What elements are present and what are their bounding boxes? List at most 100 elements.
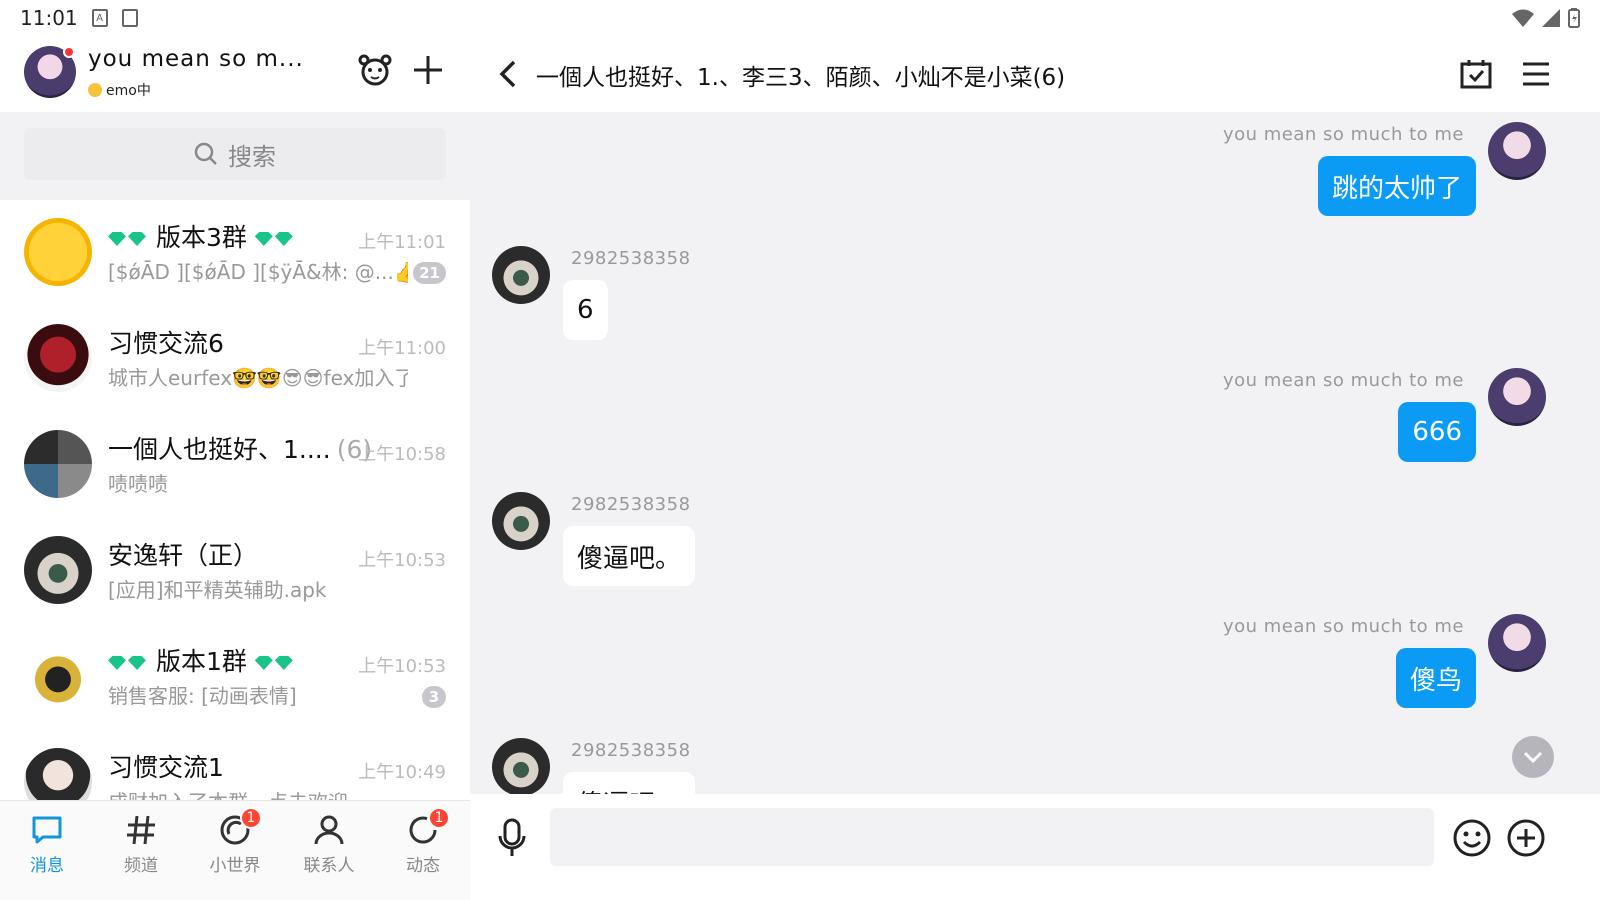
status-bar: 11:01 A [0,0,1600,36]
conversation-title: 安逸轩（正） [108,541,259,570]
pet-icon[interactable] [355,50,395,90]
contacts-icon [312,813,346,847]
conversation-time: 上午10:49 [358,762,446,783]
sender-name: you mean so much to me [1222,616,1464,637]
sender-avatar[interactable] [492,738,550,794]
conversation-time: 上午10:53 [358,656,446,677]
profile-status-text: emo中 [106,83,151,99]
signal-icon [1542,9,1560,27]
gem-icon [128,656,146,670]
message-list[interactable]: you mean so much to me 跳的太帅了 2982538358 … [470,112,1600,794]
group-avatar [24,324,92,392]
conversation-time: 上午11:00 [358,338,446,359]
group-avatar [24,218,92,286]
tab-contacts[interactable]: 联系人 [282,813,376,876]
sender-avatar[interactable] [492,492,550,550]
conversation-preview: [$ǿĀD ][$ǿĀD ][$ÿĀ&林: @...👍 [108,260,408,284]
unread-badge: 21 [413,262,446,284]
wifi-icon [1512,9,1534,27]
conversation-preview: 销售客服: [动画表情] [108,684,297,708]
conversation-item[interactable]: 版本1群 上午10:53 销售客服: [动画表情] 3 [0,624,470,730]
conversation-time: 上午10:58 [358,444,446,465]
message-icon [30,813,64,847]
gem-icon [274,656,293,670]
conversation-title-text: 一個人也挺好、1.... [108,435,331,464]
calendar-check-icon[interactable] [1456,54,1496,94]
chevron-down-icon [1523,751,1543,763]
gem-icon [254,232,273,246]
conversation-item[interactable]: 安逸轩（正） 上午10:53 [应用]和平精英辅助.apk [0,518,470,624]
sender-avatar[interactable] [1488,614,1546,672]
conversation-item[interactable]: 版本3群 上午11:01 [$ǿĀD ][$ǿĀD ][$ÿĀ&林: @...👍… [0,200,470,306]
conversation-time: 上午11:01 [358,232,446,253]
status-time: 11:01 [20,6,78,30]
add-icon[interactable] [408,50,448,90]
gem-icon [108,656,126,670]
file-notification-icon [121,9,138,27]
tab-badge: 1 [240,807,262,829]
back-icon[interactable] [488,54,528,94]
message-input[interactable] [550,808,1434,866]
gem-icon [128,232,146,246]
add-circle-icon[interactable] [1504,816,1548,860]
tab-badge: 1 [428,807,450,829]
keyboard-notification-icon: A [91,9,108,27]
emo-status-icon [88,83,102,97]
tab-label: 联系人 [303,856,355,876]
scroll-to-bottom-button[interactable] [1512,736,1554,778]
group-avatar [24,642,92,710]
bottom-tab-bar: 消息 频道 1 小世界 联系人 1 动态 [0,800,470,900]
conversation-preview: 成财加入了本群，点击欢迎 [108,786,408,800]
menu-icon[interactable] [1516,54,1556,94]
tab-feed[interactable]: 1 动态 [376,807,470,876]
profile-name[interactable]: you mean so m... [88,46,304,72]
conversation-title-text: 版本3群 [155,223,247,252]
profile-status[interactable]: emo中 [88,80,151,100]
conversation-item[interactable]: 一個人也挺好、1.... (6) 上午10:58 啧啧啧 [0,412,470,518]
conversation-title: 版本1群 [108,642,295,678]
conversation-preview: [应用]和平精英辅助.apk [108,578,327,602]
sender-avatar[interactable] [1488,122,1546,180]
sender-name: you mean so much to me [1222,370,1464,391]
message-bubble[interactable]: 傻鸟 [1395,648,1476,708]
tab-label: 动态 [406,856,440,876]
conversation-title: 习惯交流1 [108,753,224,782]
conversation-title: 一個人也挺好、1.... (6) [108,430,372,466]
search-box[interactable]: 搜索 [24,128,446,180]
hashtag-icon [124,813,158,847]
unread-badge: 3 [422,686,446,708]
tab-small-world[interactable]: 1 小世界 [188,807,282,876]
chat-header: 一個人也挺好、1.、李三3、陌颜、小灿不是小菜(6) [470,36,1600,112]
microphone-icon[interactable] [490,814,534,862]
message-bubble[interactable]: 跳的太帅了 [1317,156,1476,216]
group-avatar [24,430,92,498]
conversation-item[interactable]: 习惯交流6 上午11:00 城市人eurfex🤓🤓😎😎fex加入了... [0,306,470,412]
search-placeholder: 搜索 [228,142,276,171]
tab-label: 消息 [30,856,64,876]
sender-name: 2982538358 [571,248,691,269]
message-bubble[interactable]: 傻逼吧。 [563,772,696,794]
conversation-time: 上午10:53 [358,550,446,571]
notification-dot [63,46,75,58]
tab-messages[interactable]: 消息 [0,813,94,876]
emoji-icon[interactable] [1450,816,1494,860]
message-bubble[interactable]: 傻逼吧。 [563,526,696,586]
tab-label: 频道 [124,856,158,876]
sender-avatar[interactable] [1488,368,1546,426]
message-bubble[interactable]: 666 [1398,402,1476,462]
group-avatar [24,748,92,800]
tab-channels[interactable]: 频道 [94,813,188,876]
search-icon [194,142,217,165]
conversation-title-text: 版本1群 [155,647,247,676]
message-bubble[interactable]: 6 [563,280,608,340]
conversation-title: 版本3群 [108,218,295,254]
conversation-title: 习惯交流6 [108,329,224,358]
sender-avatar[interactable] [492,246,550,304]
conversation-panel: you mean so m... emo中 搜索 版本3群 上午11:01 [$… [0,36,470,900]
gem-icon [254,656,273,670]
user-avatar [24,536,92,604]
sender-name: 2982538358 [571,740,691,761]
input-bar [470,794,1600,900]
profile-header: you mean so m... emo中 [0,36,470,112]
conversation-item[interactable]: 习惯交流1 上午10:49 成财加入了本群，点击欢迎 [0,730,470,800]
